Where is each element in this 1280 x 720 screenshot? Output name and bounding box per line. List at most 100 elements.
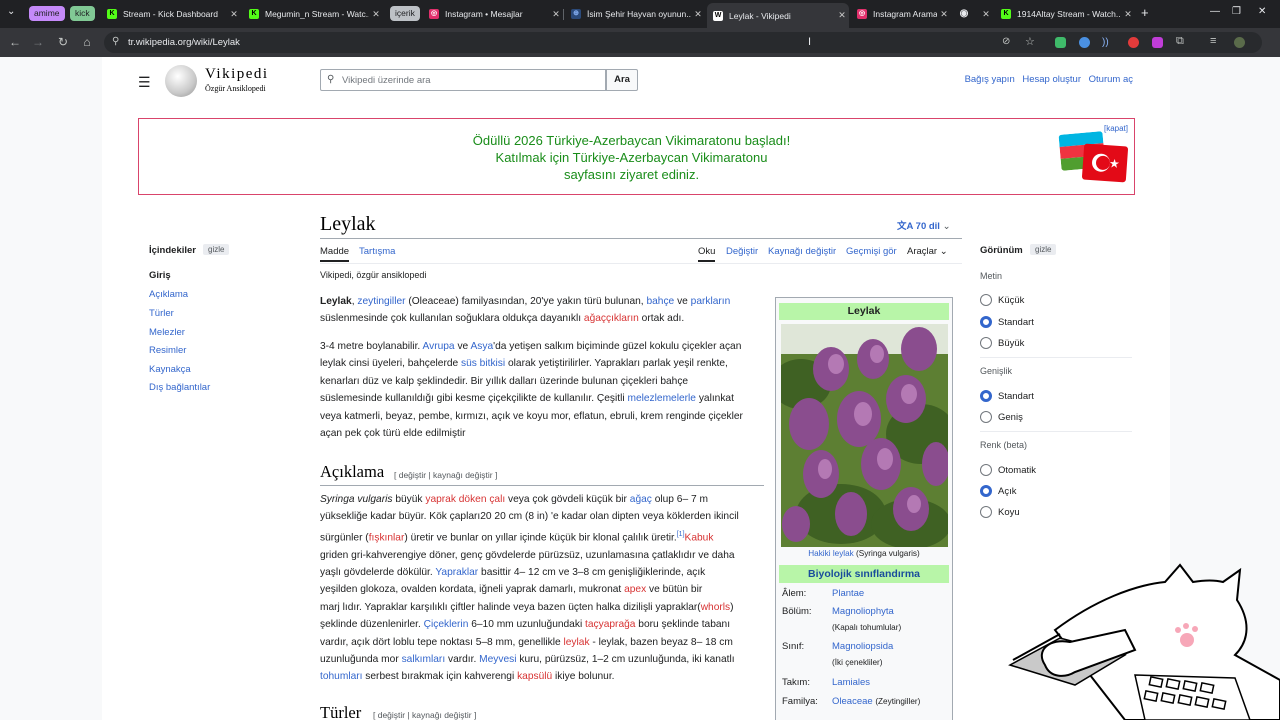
new-tab-icon[interactable]: + — [1141, 5, 1149, 21]
section-edit-links[interactable]: [ değiştir | kaynağı değiştir ] — [373, 710, 476, 720]
tab-1914altay-stream[interactable]: K 1914Altay Stream - Watch... ✕ — [995, 4, 1135, 24]
toc-item-external-links[interactable]: Dış bağlantılar — [149, 382, 210, 393]
link-hakiki-leylak[interactable]: Hakiki leylak — [808, 549, 854, 558]
banner-line-2[interactable]: Katılmak için Türkiye-Azerbaycan Vikimar… — [139, 150, 1124, 165]
radio-text-large[interactable] — [980, 337, 992, 349]
banner-close-link[interactable]: [kapat] — [1104, 124, 1128, 133]
toc-item-references[interactable]: Kaynakça — [149, 364, 191, 375]
tab-group-kick[interactable]: kick — [70, 6, 95, 21]
close-tab-icon[interactable]: ✕ — [937, 9, 951, 20]
language-button[interactable]: 文A 70 dil ⌄ — [897, 218, 951, 232]
url-text[interactable]: tr.wikipedia.org/wiki/Leylak — [128, 37, 240, 48]
tab-group-amime[interactable]: amime — [29, 6, 65, 21]
home-icon[interactable]: ⌂ — [79, 35, 95, 49]
taxon-value[interactable]: Plantae — [832, 588, 864, 599]
tab-instagram-search[interactable]: ◎ Instagram Araması ✕ — [851, 4, 951, 24]
main-menu-icon[interactable]: ☰ — [138, 74, 151, 91]
eye-off-icon[interactable]: ⊘ — [1002, 36, 1010, 47]
wikipedia-globe-logo[interactable] — [165, 65, 197, 97]
tab-edit[interactable]: Değiştir — [726, 246, 758, 257]
toc-item-species[interactable]: Türler — [149, 308, 174, 319]
address-bar[interactable]: ⚲ tr.wikipedia.org/wiki/Leylak ⊘ ☆ )) ⧉ … — [104, 32, 1262, 53]
link-apex[interactable]: apex — [624, 584, 646, 595]
extension-red-icon[interactable] — [1128, 37, 1139, 48]
link-tohum[interactable]: tohumları — [320, 671, 362, 682]
link-meyve[interactable]: Meyvesi — [479, 654, 516, 665]
link-zeytingiller[interactable]: zeytingiller — [357, 296, 405, 307]
extensions-puzzle-icon[interactable]: ⧉ — [1176, 35, 1184, 48]
tab-isim-sehir[interactable]: ⊕ İsim Şehir Hayvan oyunun... ✕ — [565, 4, 705, 24]
taxon-value[interactable]: Oleaceae (Zeytingiller) — [832, 696, 920, 707]
radio-text-standard[interactable] — [980, 316, 992, 328]
link-asya[interactable]: Asya — [470, 341, 493, 352]
link-cicek[interactable]: Çiçeklerin — [424, 619, 469, 630]
link-leylak-renk[interactable]: leylak — [564, 637, 590, 648]
link-avrupa[interactable]: Avrupa — [423, 341, 455, 352]
close-window-icon[interactable]: ✕ — [1258, 6, 1266, 22]
radio-width-standard[interactable] — [980, 390, 992, 402]
toc-item-description[interactable]: Açıklama — [149, 289, 188, 300]
link-fiskin[interactable]: fışkınlar — [369, 532, 405, 543]
link-yaprak-doken[interactable]: yaprak döken çalı — [425, 494, 505, 505]
appearance-hide-button[interactable]: gizle — [1030, 244, 1057, 255]
close-tab-icon[interactable]: ✕ — [1121, 9, 1135, 20]
link-yaprak[interactable]: Yapraklar — [435, 567, 478, 578]
search-input[interactable] — [342, 73, 598, 87]
minimize-icon[interactable]: — — [1210, 6, 1220, 22]
maximize-icon[interactable]: ❐ — [1232, 6, 1241, 22]
close-tab-icon[interactable]: ✕ — [549, 9, 563, 20]
toc-item-images[interactable]: Resimler — [149, 345, 186, 356]
reading-list-icon[interactable]: ≡ — [1210, 35, 1216, 47]
site-info-icon[interactable]: ⚲ — [112, 36, 119, 47]
taxon-value[interactable]: Lamiales — [832, 677, 870, 688]
forward-icon[interactable]: → — [30, 35, 46, 49]
link-agac[interactable]: ağaç — [630, 494, 652, 505]
tab-group-icerik[interactable]: içerik — [390, 6, 420, 21]
tab-tools[interactable]: Araçlar ⌄ — [907, 246, 948, 257]
toc-hide-button[interactable]: gizle — [203, 244, 230, 255]
link-whorls[interactable]: whorls — [701, 602, 730, 613]
citation-1[interactable]: [1] — [677, 531, 685, 538]
close-tab-icon[interactable]: ✕ — [369, 9, 383, 20]
back-icon[interactable]: ← — [7, 35, 23, 49]
extension-purple-icon[interactable] — [1152, 37, 1163, 48]
link-parklar[interactable]: parkların — [691, 296, 731, 307]
login-link[interactable]: Oturum aç — [1089, 74, 1133, 85]
lilac-photo[interactable] — [781, 324, 948, 547]
toc-item-hybrids[interactable]: Melezler — [149, 327, 185, 338]
tab-edit-source[interactable]: Kaynağı değiştir — [768, 246, 836, 257]
bookmark-star-icon[interactable]: ☆ — [1025, 35, 1035, 48]
create-account-link[interactable]: Hesap oluştur — [1022, 74, 1081, 85]
link-kapsul[interactable]: kapsülü — [517, 671, 552, 682]
tab-kick-dashboard[interactable]: K Stream - Kick Dashboard ✕ — [101, 4, 241, 24]
extension-wave-icon[interactable]: )) — [1102, 37, 1113, 48]
link-tacyaprak[interactable]: taçyaprağa — [585, 619, 635, 630]
logo-wordmark[interactable]: Vikipedi — [205, 66, 269, 83]
link-melezleme[interactable]: melezlemelerle — [627, 393, 696, 404]
radio-color-dark[interactable] — [980, 506, 992, 518]
toc-item-intro[interactable]: Giriş — [149, 270, 171, 281]
tab-search-chevron-icon[interactable]: ⌄ — [7, 6, 15, 22]
taxon-value[interactable]: Magnoliophyta — [832, 606, 894, 617]
link-sus-bitkisi[interactable]: süs bitkisi — [461, 358, 505, 369]
link-kabuk[interactable]: Kabuk — [685, 532, 714, 543]
tab-history[interactable]: Geçmişi gör — [846, 246, 897, 257]
tab-leylak-vikipedi[interactable]: W Leylak - Vikipedi ✕ — [707, 3, 849, 28]
radio-color-light[interactable] — [980, 485, 992, 497]
search-button[interactable]: Ara — [606, 69, 638, 91]
link-agaccik[interactable]: ağaççıkların — [584, 313, 639, 324]
close-tab-icon[interactable]: ✕ — [691, 9, 705, 20]
close-tab-icon[interactable]: ✕ — [227, 9, 241, 20]
tab-article[interactable]: Madde — [320, 246, 350, 262]
search-box[interactable]: ⚲ — [320, 69, 606, 91]
tab-read[interactable]: Oku — [698, 246, 716, 262]
taxon-value[interactable]: Magnoliopsida — [832, 641, 893, 652]
link-salkim[interactable]: salkımları — [402, 654, 446, 665]
tab-megumin-stream[interactable]: K Megumin_n Stream - Watc... ✕ — [243, 4, 383, 24]
profile-avatar[interactable] — [1234, 37, 1245, 48]
radio-text-small[interactable] — [980, 294, 992, 306]
link-bahce[interactable]: bahçe — [646, 296, 674, 307]
radio-color-auto[interactable] — [980, 464, 992, 476]
radio-width-wide[interactable] — [980, 411, 992, 423]
extension-shield-icon[interactable] — [1055, 37, 1066, 48]
